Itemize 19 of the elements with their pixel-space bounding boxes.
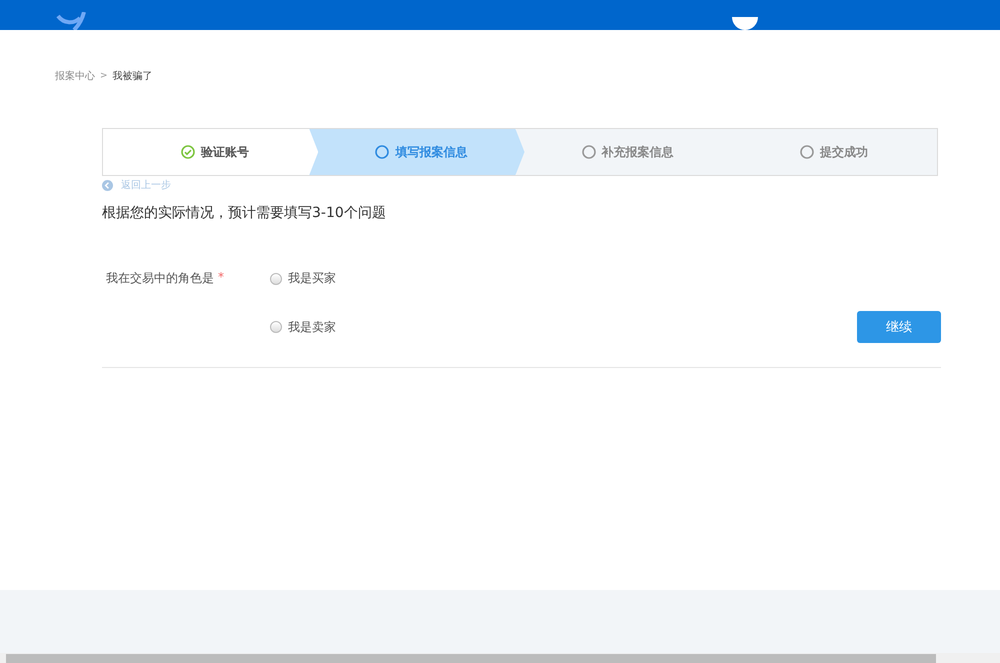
radio-button[interactable] [270,272,282,284]
continue-button[interactable]: 继续 [857,311,941,343]
question-label: 我在交易中的角色是 [106,270,214,287]
required-mark: * [218,270,224,286]
check-circle-icon [181,145,196,159]
avatar-icon[interactable] [732,17,758,30]
radio-button[interactable] [270,321,282,333]
breadcrumb-separator: > [100,71,108,81]
circle-icon [375,145,390,159]
intro-text: 根据您的实际情况，预计需要填写3-10个问题 [102,204,387,222]
progress-step: 填写报案信息 [309,129,524,175]
circle-icon [800,145,814,159]
circle-icon [582,145,596,159]
progress-step: 提交成功 [722,129,937,175]
radio-option[interactable]: 我是买家 [270,270,336,287]
breadcrumb-item[interactable]: 报案中心 [55,69,95,83]
breadcrumb-item: 我被骗了 [112,70,153,83]
radio-option[interactable]: 我是卖家 [270,318,336,336]
horizontal-scrollbar[interactable] [0,653,1000,663]
